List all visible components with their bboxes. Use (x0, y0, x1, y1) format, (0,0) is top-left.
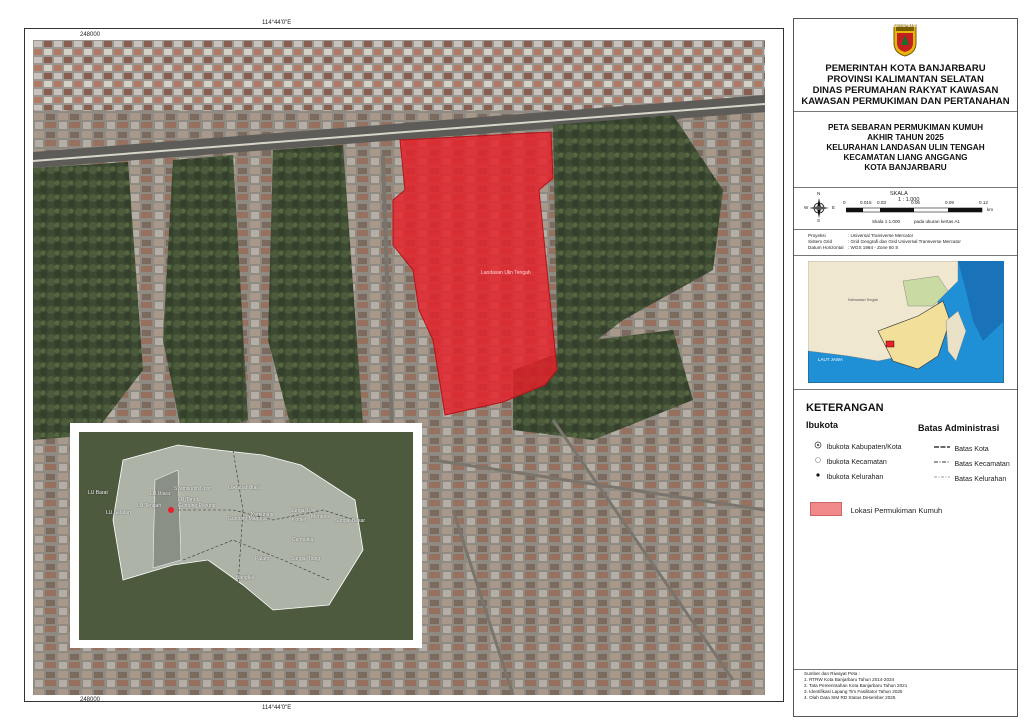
inset-place-label: Guntung Payung (178, 503, 216, 509)
west-label: W (804, 205, 809, 210)
info-panel: BANJARBARU PEMERINTAH KOTA BANJARBARU PR… (793, 18, 1018, 717)
legend-section: KETERANGAN Ibukota Batas Administrasi Ib… (794, 389, 1017, 670)
north-settlement (33, 40, 765, 110)
locator-sea-label: LAUT JAWA (818, 357, 843, 362)
ibukota-kab-icon (814, 441, 822, 449)
batas-title: Batas Administrasi (918, 423, 1000, 433)
inset-place-label: LU Selatan (106, 510, 131, 516)
projection-value: : Universal Transverse Mercator (848, 233, 914, 238)
scale-tick-label: 0.03 (877, 200, 886, 205)
sources-section: Sumber dan Riwayat Peta : 1. RTRW Kota B… (804, 671, 907, 701)
inset-place-label: Sungai Tiung (291, 556, 321, 562)
header-section: BANJARBARU PEMERINTAH KOTA BANJARBARU PR… (794, 19, 1017, 112)
inset-place-label: Komet (292, 517, 307, 523)
inset-place-label: Bangkal (236, 575, 255, 581)
inset-place-label: Loktabat Utara (228, 485, 261, 491)
city-emblem-icon (893, 24, 917, 57)
scale-tick-label: 0.09 (945, 200, 954, 205)
scale-tick-label: 0 (843, 200, 846, 205)
locator-marker (885, 340, 895, 348)
inset-place-label: Cempaka (292, 537, 314, 543)
locator-map[interactable]: LAUT JAWA Kalimantan Tengah (808, 261, 1004, 383)
locator-section: LAUT JAWA Kalimantan Tengah (794, 255, 1017, 390)
east-label: E (832, 205, 836, 210)
top-easting-label: 248000 (80, 32, 101, 38)
ibukota-kel-icon (816, 473, 820, 477)
north-arrow-icon (809, 198, 829, 218)
scale-tick-label: 0.015 (860, 200, 872, 205)
batas-kota-icon (934, 446, 950, 448)
slum-area-label: Landasan Ulin Tengah (481, 270, 531, 276)
scale-paper-note: pada ukuran kertas A1 (914, 219, 960, 224)
emblem-text: BANJARBARU (893, 24, 918, 28)
scale-tick-label: 0.06 (911, 200, 920, 205)
grid-value: : Grid Geografi dan Grid Universal Trans… (848, 239, 961, 244)
datum-value: : WGS 1984 - Zone 50 S (848, 245, 899, 250)
inset-place-label: Guntung Manggis (228, 516, 268, 522)
scale-section: SKALA 1 : 1.000 N S E W 0 0.015 0.03 0.06 0.… (794, 187, 1017, 230)
batas-kelurahan-icon (934, 476, 950, 478)
inset-place-label: Palam (255, 556, 270, 562)
title-section: PETA SEBARAN PERMUKIMAN KUMUH AKHIR TAHU… (794, 111, 1017, 188)
ibukota-kel-item: Ibukota Kelurahan (814, 466, 883, 484)
scale-bar (846, 207, 983, 213)
map-title: PETA SEBARAN PERMUKIMAN KUMUH AKHIR TAHU… (826, 123, 985, 172)
vegetation-central-west (163, 155, 248, 440)
projection-section: Proyeksi: Universal Transverse Mercator … (794, 229, 1017, 256)
inset-place-label: Syamsudin Noor (174, 486, 211, 492)
legend-title: KETERANGAN (806, 402, 884, 414)
scale-unit: km (987, 207, 994, 212)
ibukota-kec-icon (815, 456, 821, 463)
bottom-easting-label: 248000 (80, 697, 101, 703)
top-longitude-label: 114°44'0"E (262, 20, 292, 26)
inset-place-label: LU Tengah (137, 503, 162, 509)
satellite-map[interactable]: Landasan Ulin Tengah (33, 40, 765, 695)
inset-place-label: Mentaos (311, 514, 331, 520)
bottom-longitude-label: 114°44'0"E (262, 705, 292, 711)
scale-note: Skala 1:1.000 (872, 219, 901, 224)
north-label: N (817, 191, 821, 196)
inset-place-label: Sungai Besar (335, 518, 366, 524)
ibukota-title: Ibukota (806, 420, 839, 430)
datum-key: Datum Horizontal (808, 245, 844, 250)
inset-place-label: LU Utara (150, 491, 171, 497)
batas-kelurahan-item: Batas Kelurahan (934, 468, 1006, 486)
batas-kecamatan-icon (934, 461, 950, 463)
inset-place-label: LU Barat (88, 490, 108, 496)
locator-region-label: Kalimantan Tengah (848, 298, 878, 302)
source-item: 4. Olah Data SIM RD Status Desember 2025 (804, 695, 896, 700)
lokasi-kumuh-item: Lokasi Permukiman Kumuh (810, 500, 942, 518)
inset-slum-marker (168, 507, 174, 513)
south-label: S (817, 218, 821, 223)
organization-title: PEMERINTAH KOTA BANJARBARU PROVINSI KALI… (801, 63, 1010, 107)
lokasi-kumuh-swatch (810, 501, 842, 516)
scale-tick-label: 0.12 (979, 200, 988, 205)
